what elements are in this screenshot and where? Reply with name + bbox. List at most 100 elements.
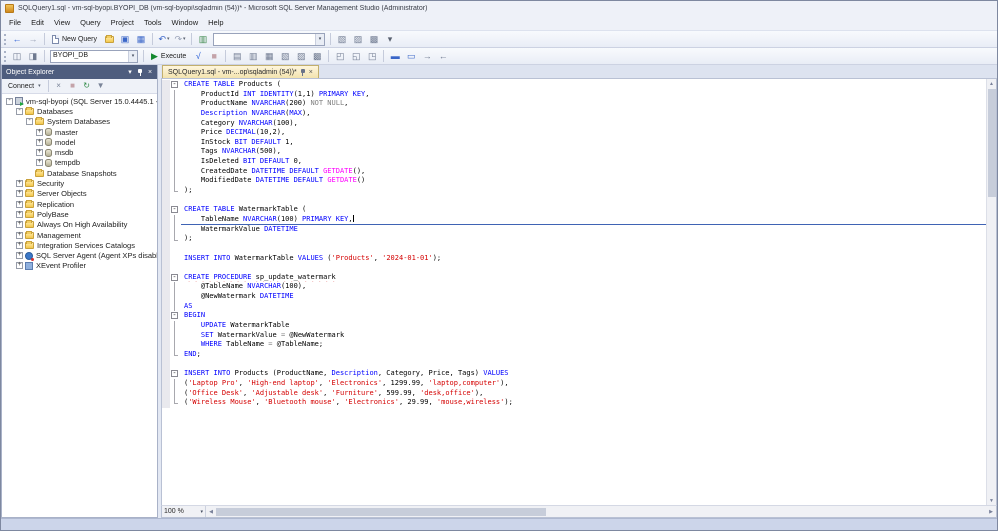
close-icon[interactable]: × [309,69,313,76]
navigate-backward-icon[interactable]: ← [10,32,24,46]
code-area[interactable]: -CREATE TABLE Products ( ProductId INT I… [162,79,986,505]
tree-item-replication[interactable]: +Replication [2,199,157,209]
tree-item-database-snapshots[interactable]: Database Snapshots [2,168,157,178]
expand-icon[interactable]: + [16,190,23,197]
expand-icon[interactable]: + [16,211,23,218]
query-document-tab[interactable]: SQLQuery1.sql - vm-...op\sqladmin (54))*… [162,65,319,78]
menu-view[interactable]: View [49,15,75,30]
horizontal-scroll-thumb[interactable] [216,508,546,516]
fold-margin[interactable]: - [170,205,181,215]
menu-project[interactable]: Project [106,15,139,30]
fold-margin[interactable]: - [170,311,181,321]
tree-item-always-on-high-availability[interactable]: +Always On High Availability [2,220,157,230]
collapse-icon[interactable]: - [6,98,13,105]
menu-file[interactable]: File [4,15,26,30]
tree-item-management[interactable]: +Management [2,230,157,240]
scroll-left-icon[interactable]: ◀ [206,506,216,517]
tree-item-server-objects[interactable]: +Server Objects [2,189,157,199]
template-explorer-icon[interactable]: ▨ [351,32,365,46]
fold-margin[interactable]: - [170,273,181,283]
live-query-stats-icon[interactable]: ▨ [294,49,308,63]
results-to-file-icon[interactable]: ◳ [365,49,379,63]
toolbar-grip[interactable] [4,34,6,45]
uncomment-icon[interactable]: ▭ [404,49,418,63]
pin-icon[interactable] [135,67,145,78]
expand-icon[interactable]: + [36,129,43,136]
expand-icon[interactable]: + [36,149,43,156]
tree-item-integration-services-catalogs[interactable]: +Integration Services Catalogs [2,240,157,250]
scroll-right-icon[interactable]: ▶ [986,506,996,517]
fold-margin[interactable]: - [170,369,181,379]
vertical-scroll-thumb[interactable] [988,89,996,197]
chevron-down-icon[interactable]: ▾ [128,51,137,62]
pin-icon[interactable] [300,68,306,76]
menu-help[interactable]: Help [203,15,228,30]
parse-icon[interactable]: √ [191,49,205,63]
tree-item-security[interactable]: +Security [2,178,157,188]
collapse-region-icon[interactable]: - [171,312,178,319]
redo-icon[interactable]: ↷▾ [173,32,187,46]
expand-icon[interactable]: + [16,221,23,228]
cancel-query-icon[interactable]: ■ [207,49,221,63]
sql-editor[interactable]: -CREATE TABLE Products ( ProductId INT I… [161,78,997,505]
tree-item-system-databases[interactable]: -System Databases [2,117,157,127]
expand-icon[interactable]: + [36,159,43,166]
intellisense-icon[interactable]: ▦ [262,49,276,63]
tree-item-xevent-profiler[interactable]: +XEvent Profiler [2,261,157,271]
menu-query[interactable]: Query [75,15,105,30]
fold-margin[interactable]: - [170,80,181,90]
menu-edit[interactable]: Edit [26,15,49,30]
actual-plan-icon[interactable]: ▧ [278,49,292,63]
new-query-button[interactable]: New Query [48,32,101,46]
refresh-icon[interactable]: ↻ [81,80,93,92]
expand-icon[interactable]: + [16,232,23,239]
collapse-region-icon[interactable]: - [171,274,178,281]
expand-icon[interactable]: + [16,201,23,208]
comment-icon[interactable]: ▬ [388,49,402,63]
tree-item-tempdb[interactable]: +tempdb [2,158,157,168]
filter-icon[interactable]: ▼ [95,80,107,92]
window-position-icon[interactable]: ▾ [125,67,135,78]
outdent-icon[interactable]: ← [436,49,450,63]
chevron-down-icon[interactable]: ▾ [315,34,324,45]
collapse-region-icon[interactable]: - [171,81,178,88]
connect-database-icon[interactable]: ◫ [10,49,24,63]
expand-icon[interactable]: + [16,242,23,249]
expand-icon[interactable]: + [16,180,23,187]
collapse-icon[interactable]: - [16,108,23,115]
scroll-up-icon[interactable]: ▲ [987,79,996,88]
expand-icon[interactable]: + [36,139,43,146]
activity-monitor-icon[interactable]: ▥ [196,32,210,46]
tree-item-master[interactable]: +master [2,127,157,137]
collapse-region-icon[interactable]: - [171,370,178,377]
query-options-icon[interactable]: ▥ [246,49,260,63]
toolbar-grip[interactable] [4,51,6,62]
toolbar-combo[interactable]: ▾ [213,33,325,46]
save-icon[interactable]: ▣ [118,32,132,46]
navigate-forward-icon[interactable]: → [26,32,40,46]
estimated-plan-icon[interactable]: ▤ [230,49,244,63]
menu-window[interactable]: Window [166,15,203,30]
results-to-grid-icon[interactable]: ◱ [349,49,363,63]
vertical-scrollbar[interactable]: ▲ ▼ [986,79,996,505]
registered-servers-icon[interactable]: ▧ [335,32,349,46]
scroll-down-icon[interactable]: ▼ [987,496,996,505]
menu-tools[interactable]: Tools [139,15,167,30]
expand-icon[interactable]: + [16,252,23,259]
client-stats-icon[interactable]: ▩ [310,49,324,63]
open-file-icon[interactable] [102,32,116,46]
zoom-combo[interactable]: 100 % ▾ [162,506,206,517]
database-combo[interactable]: BYOPI_DB▾ [50,50,138,63]
undo-icon[interactable]: ↶▾ [157,32,171,46]
properties-window-icon[interactable]: ▩ [367,32,381,46]
horizontal-scrollbar[interactable]: ◀ ▶ [206,506,996,517]
connect-button[interactable]: Connect▾ [4,79,45,93]
tree-item-model[interactable]: +model [2,137,157,147]
toolbar-overflow-icon[interactable]: ▾ [383,32,397,46]
expand-icon[interactable]: + [16,262,23,269]
tree-item-sql-server-agent-agent-xps-disabl[interactable]: +SQL Server Agent (Agent XPs disabl... [2,250,157,260]
close-icon[interactable]: × [145,67,155,78]
tree-item-msdb[interactable]: +msdb [2,147,157,157]
execute-button[interactable]: ▶Execute [147,49,190,63]
stop-icon[interactable]: ■ [67,80,79,92]
